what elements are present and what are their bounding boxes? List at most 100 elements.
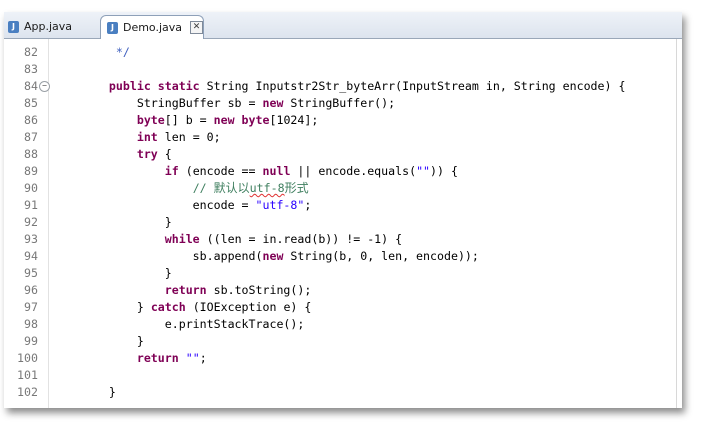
line-number: 94: [24, 249, 38, 263]
code-text: }: [81, 265, 172, 282]
code-token: encode =: [81, 198, 256, 212]
code-token: sb.toString();: [206, 283, 312, 297]
code-token: )) {: [430, 164, 458, 178]
code-line[interactable]: 83: [4, 61, 682, 78]
tab-app-java[interactable]: J App.java: [4, 15, 88, 38]
tab-label: Demo.java: [122, 21, 183, 34]
code-token: [1024];: [269, 113, 319, 127]
code-line[interactable]: 86 byte[] b = new byte[1024];: [4, 112, 682, 129]
code-editor[interactable]: 82 */83 84− public static String Inputstr…: [4, 39, 682, 408]
code-token: "utf-8": [255, 198, 305, 212]
code-token: try: [136, 147, 158, 161]
code-token: String(b, 0, len, encode));: [283, 249, 479, 263]
code-token: sb.append(: [81, 249, 263, 263]
code-line[interactable]: 101: [4, 367, 682, 384]
line-number: 86: [24, 113, 38, 127]
code-token: "": [185, 351, 200, 365]
line-number: 97: [24, 300, 38, 314]
code-token: }: [81, 266, 172, 280]
code-line[interactable]: 92 }: [4, 214, 682, 231]
code-token: }: [81, 300, 151, 314]
code-token: e.printStackTrace();: [81, 317, 305, 331]
code-text: byte[] b = new byte[1024];: [81, 112, 319, 129]
code-token: new byte: [213, 113, 270, 127]
code-token: while: [164, 232, 200, 246]
line-number: 98: [24, 317, 38, 331]
code-text: if (encode == null || encode.equals(""))…: [81, 163, 458, 180]
code-token: }: [81, 334, 144, 348]
tab-label: App.java: [24, 20, 73, 33]
code-line[interactable]: 98 e.printStackTrace();: [4, 316, 682, 333]
line-number: 102: [17, 385, 38, 399]
code-token: public static: [108, 79, 200, 93]
code-text: return sb.toString();: [81, 282, 312, 299]
line-number: 96: [24, 283, 38, 297]
code-line[interactable]: 94 sb.append(new String(b, 0, len, encod…: [4, 248, 682, 265]
code-token: return: [136, 351, 179, 365]
code-token: ;: [304, 198, 312, 212]
code-token: 形式: [284, 181, 309, 195]
code-text: // 默认以utf-8形式: [81, 180, 309, 197]
code-text: */: [81, 44, 130, 61]
code-text: sb.append(new String(b, 0, len, encode))…: [81, 248, 479, 265]
line-number: 92: [24, 215, 38, 229]
code-token: 默认以: [213, 181, 250, 195]
code-token: || encode.equals(: [290, 164, 417, 178]
code-line[interactable]: 100 return "";: [4, 350, 682, 367]
code-line[interactable]: 91 encode = "utf-8";: [4, 197, 682, 214]
code-text: encode = "utf-8";: [81, 197, 312, 214]
code-line[interactable]: 99 }: [4, 333, 682, 350]
code-line[interactable]: 102 }: [4, 384, 682, 401]
code-token: */: [81, 45, 130, 59]
code-token: if: [164, 164, 179, 178]
code-line[interactable]: 97 } catch (IOException e) {: [4, 299, 682, 316]
line-number: 84: [24, 79, 38, 93]
code-line[interactable]: 87 int len = 0;: [4, 129, 682, 146]
code-text: } catch (IOException e) {: [81, 299, 312, 316]
code-text: }: [81, 214, 172, 231]
code-line[interactable]: 93 while ((len = in.read(b)) != -1) {: [4, 231, 682, 248]
line-number: 93: [24, 232, 38, 246]
code-line[interactable]: 95 }: [4, 265, 682, 282]
java-file-icon: J: [8, 20, 19, 33]
tab-demo-java[interactable]: J Demo.java ✕: [100, 15, 204, 39]
java-file-icon: J: [107, 21, 118, 34]
code-token: }: [81, 385, 116, 399]
code-token: catch: [150, 300, 186, 314]
code-line[interactable]: 89 if (encode == null || encode.equals("…: [4, 163, 682, 180]
code-line[interactable]: 90 // 默认以utf-8形式: [4, 180, 682, 197]
code-text: e.printStackTrace();: [81, 316, 305, 333]
code-token: return: [164, 283, 207, 297]
code-token: {: [157, 147, 172, 161]
line-number: 101: [17, 368, 38, 382]
line-number: 91: [24, 198, 38, 212]
code-line[interactable]: 96 return sb.toString();: [4, 282, 682, 299]
line-number: 87: [24, 130, 38, 144]
line-number: 85: [24, 96, 38, 110]
line-number: 99: [24, 334, 38, 348]
code-token: StringBuffer sb =: [81, 96, 263, 110]
code-line[interactable]: 84− public static String Inputstr2Str_by…: [4, 78, 682, 95]
close-icon[interactable]: ✕: [190, 21, 203, 34]
code-token: }: [81, 215, 172, 229]
code-token: ((len = in.read(b)) != -1) {: [199, 232, 403, 246]
code-token: //: [192, 181, 214, 195]
code-token: byte: [136, 113, 165, 127]
code-line[interactable]: 85 StringBuffer sb = new StringBuffer();: [4, 95, 682, 112]
code-token: len = 0;: [157, 130, 221, 144]
code-line[interactable]: 88 try {: [4, 146, 682, 163]
code-text: }: [81, 333, 144, 350]
fold-toggle-icon[interactable]: −: [39, 81, 50, 92]
code-line[interactable]: 82 */: [4, 44, 682, 61]
code-token: String Inputstr2Str_byteArr(InputStream …: [199, 79, 626, 93]
code-token: (IOException e) {: [185, 300, 312, 314]
code-text: return "";: [81, 350, 207, 367]
line-number: 89: [24, 164, 38, 178]
